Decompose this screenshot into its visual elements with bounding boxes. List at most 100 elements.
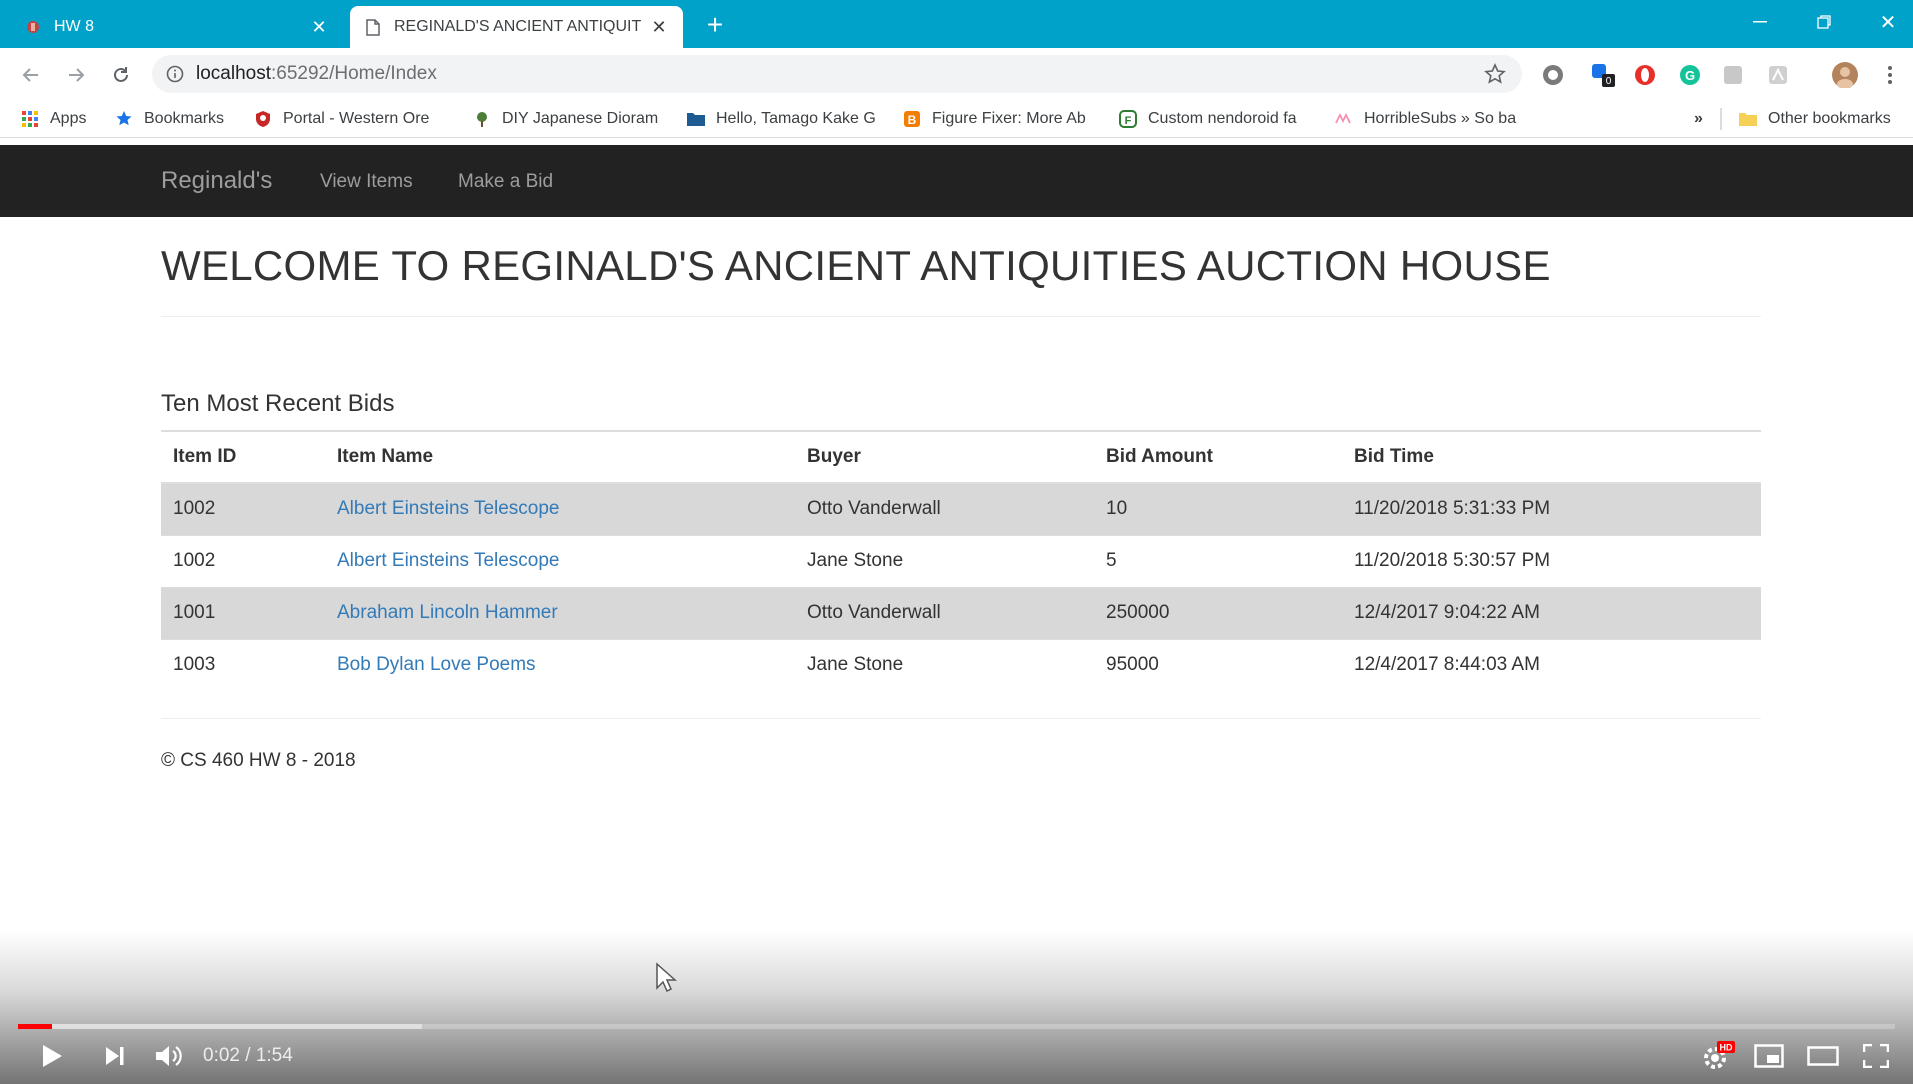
item-link[interactable]: Albert Einsteins Telescope — [337, 498, 560, 519]
title-divider — [161, 316, 1761, 317]
svg-text:G: G — [1685, 68, 1695, 83]
extension-gray-icon[interactable] — [1720, 62, 1746, 88]
tab-title: REGINALD'S ANCIENT ANTIQUIT — [394, 18, 642, 35]
bookmark-star-icon[interactable] — [1484, 63, 1506, 91]
video-buffer-bar — [18, 1024, 422, 1029]
settings-icon[interactable]: HD — [1696, 1038, 1740, 1074]
bookmark-horriblesubs[interactable]: HorribleSubs » So ba — [1334, 108, 1524, 130]
tab-hw8[interactable]: HW 8 ✕ — [10, 6, 343, 48]
play-icon[interactable] — [30, 1038, 74, 1074]
blogger-icon: B — [902, 109, 922, 129]
bookmark-diy[interactable]: DIY Japanese Dioram — [472, 108, 662, 130]
site-navbar: Reginald's View Items Make a Bid — [0, 145, 1913, 217]
cell-bid-amount: 95000 — [1094, 638, 1342, 691]
video-played-bar — [18, 1024, 52, 1029]
window-close-icon[interactable]: ✕ — [1868, 8, 1908, 36]
tab-close-icon[interactable]: ✕ — [309, 17, 329, 37]
opera-extension-icon[interactable] — [1632, 62, 1658, 88]
item-link[interactable]: Abraham Lincoln Hammer — [337, 602, 558, 623]
cell-item-id: 1002 — [161, 534, 325, 587]
back-icon[interactable] — [16, 60, 46, 90]
svg-text:B: B — [908, 113, 917, 127]
page-title: WELCOME TO REGINALD'S ANCIENT ANTIQUITIE… — [161, 242, 1551, 289]
bookmark-label: Hello, Tamago Kake G — [716, 110, 876, 127]
bookmark-label: HorribleSubs » So ba — [1364, 110, 1517, 127]
table-row: 1001 Abraham Lincoln Hammer Otto Vanderw… — [161, 586, 1761, 639]
cell-bid-amount: 10 — [1094, 482, 1342, 535]
page-icon — [364, 18, 382, 36]
other-bookmarks-label: Other bookmarks — [1768, 110, 1891, 127]
bookmark-figure-fixer[interactable]: B Figure Fixer: More Ab — [902, 108, 1094, 130]
cell-bid-time: 11/20/2018 5:30:57 PM — [1342, 534, 1761, 587]
bookmark-label: Apps — [50, 110, 87, 127]
cell-buyer: Otto Vanderwall — [795, 482, 1094, 535]
bookmark-label: Figure Fixer: More Ab — [932, 110, 1086, 127]
tab-favicon-icon — [24, 18, 42, 36]
item-link[interactable]: Bob Dylan Love Poems — [337, 654, 536, 675]
nav-make-a-bid[interactable]: Make a Bid — [458, 171, 553, 193]
star-icon — [114, 109, 134, 129]
minimize-icon[interactable] — [1740, 8, 1780, 36]
bookmark-nendoroid[interactable]: F Custom nendoroid fa — [1118, 108, 1310, 130]
hs-icon — [1334, 109, 1354, 129]
nav-view-items[interactable]: View Items — [320, 171, 413, 193]
svg-text:HD: HD — [1720, 1043, 1733, 1053]
cell-item-name: Albert Einsteins Telescope — [325, 534, 795, 587]
other-bookmarks[interactable]: Other bookmarks — [1738, 108, 1908, 130]
table-header-row: Item ID Item Name Buyer Bid Amount Bid T… — [161, 430, 1761, 484]
video-progress-bar[interactable] — [18, 1024, 1895, 1029]
item-link[interactable]: Albert Einsteins Telescope — [337, 550, 560, 571]
apps-grid-icon — [20, 109, 40, 129]
bookmark-apps[interactable]: Apps — [20, 108, 100, 130]
recent-bids-table: Item ID Item Name Buyer Bid Amount Bid T… — [161, 430, 1761, 691]
info-icon[interactable] — [166, 65, 184, 83]
bookmarks-bar: Apps Bookmarks Portal - Western Ore DIY … — [0, 100, 1913, 138]
column-header-buyer: Buyer — [795, 430, 1094, 484]
next-video-icon[interactable] — [93, 1038, 137, 1074]
address-bar[interactable]: localhost:65292/Home/Index — [152, 55, 1522, 93]
cell-bid-time: 11/20/2018 5:31:33 PM — [1342, 482, 1761, 535]
mouse-cursor-icon — [655, 962, 677, 999]
brand-link[interactable]: Reginald's — [161, 167, 272, 195]
browser-tab-bar: HW 8 ✕ REGINALD'S ANCIENT ANTIQUIT ✕ + ✕ — [0, 0, 1913, 48]
column-header-bid-amount: Bid Amount — [1094, 430, 1342, 484]
profile-avatar[interactable] — [1832, 62, 1858, 88]
chrome-menu-icon[interactable] — [1877, 62, 1903, 88]
table-row: 1002 Albert Einsteins Telescope Jane Sto… — [161, 534, 1761, 587]
table-row: 1003 Bob Dylan Love Poems Jane Stone 950… — [161, 638, 1761, 691]
bookmark-label: Portal - Western Ore — [283, 110, 430, 127]
bookmark-bookmarks[interactable]: Bookmarks — [114, 108, 239, 130]
shield-icon — [253, 109, 273, 129]
tab-title: HW 8 — [54, 18, 94, 35]
tab-close-icon[interactable]: ✕ — [649, 17, 669, 37]
cell-item-id: 1001 — [161, 586, 325, 639]
url-host: localhost — [196, 63, 271, 84]
extension-circle-icon[interactable] — [1540, 62, 1566, 88]
volume-icon[interactable] — [147, 1038, 191, 1074]
footer-text: © CS 460 HW 8 - 2018 — [161, 750, 356, 771]
bookmark-label: Bookmarks — [144, 110, 225, 127]
bookmarks-divider — [1720, 108, 1722, 130]
svg-text:F: F — [1125, 115, 1132, 127]
reload-icon[interactable] — [106, 60, 136, 90]
cell-item-id: 1003 — [161, 638, 325, 691]
cell-item-name: Abraham Lincoln Hammer — [325, 586, 795, 639]
section-title: Ten Most Recent Bids — [161, 390, 395, 417]
bookmarks-overflow-button[interactable]: » — [1694, 108, 1714, 130]
fb-icon: F — [1118, 109, 1138, 129]
extension-badge-icon[interactable]: 0 — [1590, 62, 1616, 88]
restore-icon[interactable] — [1804, 8, 1844, 36]
cell-item-name: Albert Einsteins Telescope — [325, 482, 795, 535]
miniplayer-icon[interactable] — [1747, 1038, 1791, 1074]
theater-mode-icon[interactable] — [1801, 1038, 1845, 1074]
pdf-extension-icon[interactable] — [1765, 62, 1791, 88]
grammarly-icon[interactable]: G — [1677, 62, 1703, 88]
bookmark-portal[interactable]: Portal - Western Ore — [253, 108, 448, 130]
tab-reginalds[interactable]: REGINALD'S ANCIENT ANTIQUIT ✕ — [350, 6, 683, 48]
new-tab-button[interactable]: + — [700, 9, 730, 40]
bookmark-tamago[interactable]: Hello, Tamago Kake G — [686, 108, 878, 130]
fullscreen-icon[interactable] — [1854, 1038, 1898, 1074]
forward-icon[interactable] — [61, 60, 91, 90]
svg-text:0: 0 — [1606, 76, 1612, 87]
url-path: :65292/Home/Index — [271, 63, 437, 84]
